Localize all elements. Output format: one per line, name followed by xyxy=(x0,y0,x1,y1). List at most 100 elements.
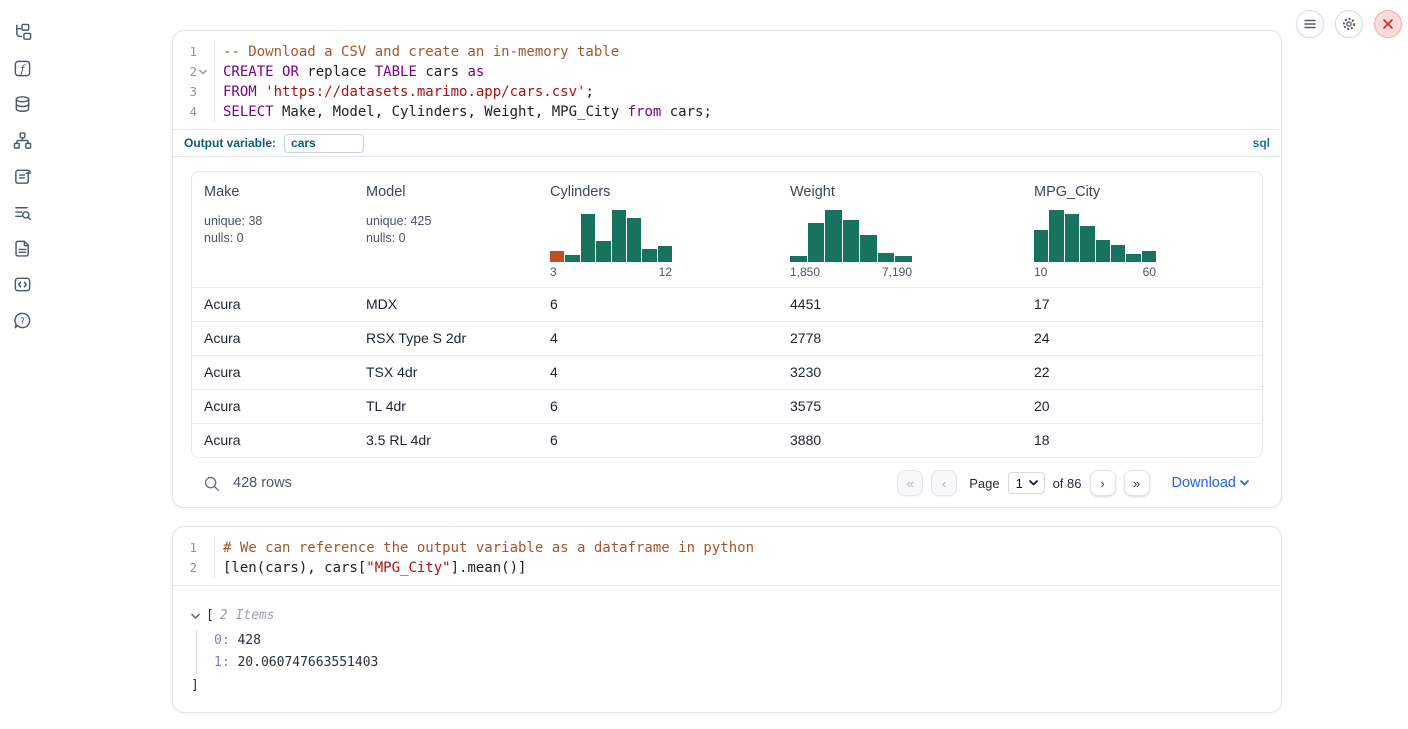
page-select[interactable]: 1 xyxy=(1008,472,1045,494)
code-line: 2 CREATE OR replace TABLE cars as xyxy=(173,62,1281,82)
column-header-model[interactable]: Model unique: 425 nulls: 0 xyxy=(354,172,538,287)
histogram-bar xyxy=(565,255,579,262)
histogram-bar xyxy=(825,210,842,262)
fold-chevron-icon[interactable] xyxy=(199,69,208,75)
histogram-bar xyxy=(1142,251,1156,262)
logs-icon[interactable] xyxy=(12,202,32,222)
table-row[interactable]: Acura TL 4dr 6 3575 20 xyxy=(192,389,1262,423)
line-number: 1 xyxy=(189,42,197,62)
tree-entry: 1: 20.060747663551403 xyxy=(214,652,1265,674)
histogram-bar xyxy=(658,246,672,262)
code-text: FROM 'https://datasets.marimo.app/cars.c… xyxy=(214,82,594,102)
table-header: Make unique: 38 nulls: 0 Model unique: 4… xyxy=(192,172,1262,287)
functions-icon[interactable]: f xyxy=(12,58,32,78)
histogram-bar xyxy=(790,256,807,262)
close-icon xyxy=(1382,18,1394,30)
table-footer: 428 rows « ‹ Page 1 of 86 › » Download xyxy=(191,458,1263,496)
line-number: 2 xyxy=(189,62,197,82)
tree-collapse-icon[interactable] xyxy=(191,613,200,620)
close-bracket: ] xyxy=(191,676,1265,696)
shutdown-button[interactable] xyxy=(1374,10,1402,38)
line-number: 4 xyxy=(189,102,197,122)
window-controls xyxy=(1296,10,1402,38)
hist-min: 10 xyxy=(1034,265,1047,279)
code-line: 1 # We can reference the output variable… xyxy=(173,538,1281,558)
sql-code-editor[interactable]: 1 -- Download a CSV and create an in-mem… xyxy=(173,31,1281,129)
data-table: Make unique: 38 nulls: 0 Model unique: 4… xyxy=(191,171,1263,458)
column-header-mpg-city[interactable]: MPG_City 10 60 xyxy=(1022,172,1262,287)
scratchpad-icon[interactable] xyxy=(12,166,32,186)
next-page-button[interactable]: › xyxy=(1090,470,1116,496)
code-text: -- Download a CSV and create an in-memor… xyxy=(214,42,619,62)
tree-value: 20.060747663551403 xyxy=(237,655,378,670)
row-count: 428 rows xyxy=(233,475,292,491)
page-label: Page xyxy=(969,476,999,491)
stat-nulls: nulls: 0 xyxy=(366,230,526,247)
histogram-bar xyxy=(596,241,610,262)
python-code-editor[interactable]: 1 # We can reference the output variable… xyxy=(173,527,1281,585)
help-icon[interactable]: ? xyxy=(12,310,32,330)
histogram-bar xyxy=(581,214,595,262)
code-line: 2 [len(cars), cars["MPG_City"].mean()] xyxy=(173,558,1281,578)
pagination: « ‹ Page 1 of 86 › » Download xyxy=(897,470,1261,496)
line-number: 1 xyxy=(189,538,197,558)
histogram-bar xyxy=(808,223,825,262)
histogram-bar xyxy=(860,235,877,262)
open-bracket: [ xyxy=(206,606,214,626)
search-button[interactable] xyxy=(199,471,223,495)
histogram-bar xyxy=(1065,214,1079,262)
code-text: SELECT Make, Model, Cylinders, Weight, M… xyxy=(214,102,712,122)
prev-page-button[interactable]: ‹ xyxy=(931,470,957,496)
histogram-bar xyxy=(878,253,895,262)
table-row[interactable]: Acura 3.5 RL 4dr 6 3880 18 xyxy=(192,423,1262,457)
column-header-cylinders[interactable]: Cylinders 3 12 xyxy=(538,172,778,287)
gear-icon xyxy=(1341,16,1357,32)
chevron-down-icon xyxy=(1029,480,1038,486)
hist-min: 1,850 xyxy=(790,265,820,279)
table-row[interactable]: Acura RSX Type S 2dr 4 2778 24 xyxy=(192,321,1262,355)
histogram-bar xyxy=(843,220,860,262)
code-text: CREATE OR replace TABLE cars as xyxy=(214,62,484,82)
histogram-bar xyxy=(550,251,564,262)
output-variable-bar: Output variable: sql xyxy=(173,129,1281,157)
python-output-tree: [ 2 Items 0: 428 1: 20.060747663551403 ] xyxy=(173,586,1281,712)
code-line: 1 -- Download a CSV and create an in-mem… xyxy=(173,42,1281,62)
settings-button[interactable] xyxy=(1335,10,1363,38)
histogram-bar xyxy=(1080,226,1094,262)
documentation-icon[interactable] xyxy=(12,238,32,258)
search-icon xyxy=(203,475,220,492)
table-row[interactable]: Acura MDX 6 4451 17 xyxy=(192,287,1262,321)
last-page-button[interactable]: » xyxy=(1124,470,1150,496)
histogram-bar xyxy=(895,256,912,262)
datasources-icon[interactable] xyxy=(12,94,32,114)
menu-button[interactable] xyxy=(1296,10,1324,38)
left-panel-toolbar: f ? xyxy=(8,14,36,330)
tree-key: 1: xyxy=(214,655,230,670)
hist-max: 60 xyxy=(1143,265,1156,279)
stat-nulls: nulls: 0 xyxy=(204,230,342,247)
column-header-make[interactable]: Make unique: 38 nulls: 0 xyxy=(192,172,354,287)
file-tree-icon[interactable] xyxy=(12,22,32,42)
dependency-graph-icon[interactable] xyxy=(12,130,32,150)
tree-entry: 0: 428 xyxy=(214,630,1265,652)
line-number: 3 xyxy=(189,82,197,102)
code-text: [len(cars), cars["MPG_City"].mean()] xyxy=(214,558,526,578)
python-cell: 1 # We can reference the output variable… xyxy=(172,526,1282,713)
output-variable-input[interactable] xyxy=(284,134,364,153)
download-button[interactable]: Download xyxy=(1172,475,1250,491)
hist-min: 3 xyxy=(550,265,557,279)
column-header-weight[interactable]: Weight 1,850 7,190 xyxy=(778,172,1022,287)
output-variable-label: Output variable: xyxy=(184,136,276,150)
code-line: 4 SELECT Make, Model, Cylinders, Weight,… xyxy=(173,102,1281,122)
hist-max: 12 xyxy=(659,265,672,279)
table-row[interactable]: Acura TSX 4dr 4 3230 22 xyxy=(192,355,1262,389)
histogram-bar xyxy=(1049,210,1063,262)
sql-cell: 1 -- Download a CSV and create an in-mem… xyxy=(172,30,1282,508)
chevron-down-icon xyxy=(1240,480,1249,486)
sql-output-area: Make unique: 38 nulls: 0 Model unique: 4… xyxy=(173,157,1281,507)
first-page-button[interactable]: « xyxy=(897,470,923,496)
svg-text:f: f xyxy=(19,61,26,75)
snippets-icon[interactable] xyxy=(12,274,32,294)
tree-value: 428 xyxy=(237,633,260,648)
cylinders-histogram xyxy=(550,210,672,262)
